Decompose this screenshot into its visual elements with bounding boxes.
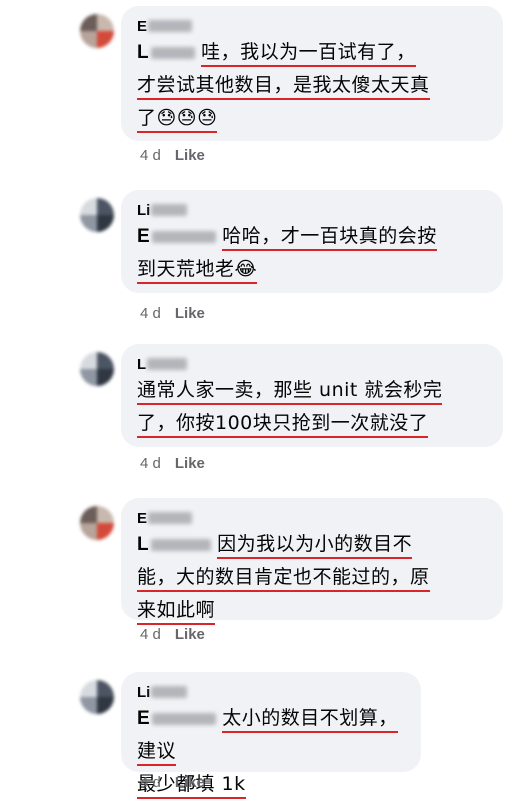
author-initial: Li (137, 683, 151, 701)
comment-timestamp[interactable]: 4 d (140, 455, 161, 472)
like-button[interactable]: Like (175, 455, 205, 472)
comment-text: L 因为我以为小的数目不 能，大的数目肯定也不能过的，原 来如此啊 (137, 528, 489, 627)
mention-tag[interactable]: L (137, 534, 217, 555)
comment-line: 才尝试其他数目，是我太傻太天真 (137, 74, 430, 100)
comment-author[interactable]: Li (137, 682, 407, 702)
blurred-mention (151, 539, 212, 551)
comment-bubble: E L 因为我以为小的数目不 能，大的数目肯定也不能过的，原 来如此啊 (121, 498, 503, 625)
author-initial: Li (137, 201, 151, 219)
mention-tag[interactable]: L (137, 42, 201, 63)
comment-author[interactable]: E (137, 508, 489, 528)
comment-line: 了，你按100块只抢到一次就没了 (137, 412, 429, 438)
blurred-name (148, 20, 193, 32)
like-button[interactable]: Like (175, 305, 205, 322)
comment-line: 了😓😓😓 (137, 107, 218, 133)
avatar[interactable] (80, 506, 114, 540)
mention-initial: E (137, 226, 151, 247)
author-initial: E (137, 17, 148, 35)
blurred-name (147, 358, 188, 370)
comment-meta: 4 d Like (140, 147, 205, 164)
comment-author[interactable]: Li (137, 200, 489, 220)
mention-initial: L (137, 42, 150, 63)
comment-timestamp[interactable]: 4 d (140, 147, 161, 164)
comment-bubble: E L 哇，我以为一百试有了， 才尝试其他数目，是我太傻太天真 了😓😓😓 (121, 6, 503, 141)
comment-timestamp[interactable]: 4 d (140, 626, 161, 643)
blurred-name (148, 512, 193, 524)
like-button[interactable]: Like (175, 774, 205, 791)
blurred-name (151, 204, 188, 216)
avatar[interactable] (80, 352, 114, 386)
comment-line: 到天荒地老😂 (137, 258, 258, 284)
comment-line: 能，大的数目肯定也不能过的，原 (137, 566, 430, 592)
mention-tag[interactable]: E (137, 708, 222, 729)
comment-author[interactable]: L (137, 354, 489, 374)
comment-line: 通常人家一卖，那些 unit 就会秒完 (137, 379, 443, 405)
avatar[interactable] (80, 14, 114, 48)
comment-line: 因为我以为小的数目不 (217, 533, 413, 559)
blurred-name (151, 686, 188, 698)
mention-initial: L (137, 534, 150, 555)
comment-meta: 4 d Like (140, 626, 205, 643)
comment-author[interactable]: E (137, 16, 489, 36)
comment-timestamp[interactable]: 4 d (140, 774, 161, 791)
comment-bubble: Li E 哈哈，才一百块真的会按 到天荒地老😂 (121, 190, 503, 293)
comment-bubble: Li E 太小的数目不划算，建议 最少都填 1k (121, 672, 421, 799)
author-initial: L (137, 355, 147, 373)
mention-tag[interactable]: E (137, 226, 222, 247)
comment-text: 通常人家一卖，那些 unit 就会秒完 了，你按100块只抢到一次就没了 (137, 374, 489, 440)
blurred-mention (152, 713, 217, 725)
comment-line: 哈哈，才一百块真的会按 (222, 225, 437, 251)
comment-meta: 4 d Like (140, 305, 205, 322)
comment-meta: 4 d Like (140, 774, 205, 791)
comment-line: 哇，我以为一百试有了， (201, 41, 416, 67)
comment-meta: 4 d Like (140, 455, 205, 472)
comment-bubble: L 通常人家一卖，那些 unit 就会秒完 了，你按100块只抢到一次就没了 (121, 344, 503, 447)
mention-initial: E (137, 708, 151, 729)
comment-line: 来如此啊 (137, 599, 216, 625)
comment-timestamp[interactable]: 4 d (140, 305, 161, 322)
like-button[interactable]: Like (175, 626, 205, 643)
comment-text: E 哈哈，才一百块真的会按 到天荒地老😂 (137, 220, 489, 286)
avatar[interactable] (80, 680, 114, 714)
like-button[interactable]: Like (175, 147, 205, 164)
blurred-mention (152, 231, 217, 243)
avatar[interactable] (80, 198, 114, 232)
author-initial: E (137, 509, 148, 527)
comment-text: L 哇，我以为一百试有了， 才尝试其他数目，是我太傻太天真 了😓😓😓 (137, 36, 489, 135)
blurred-mention (151, 47, 196, 59)
